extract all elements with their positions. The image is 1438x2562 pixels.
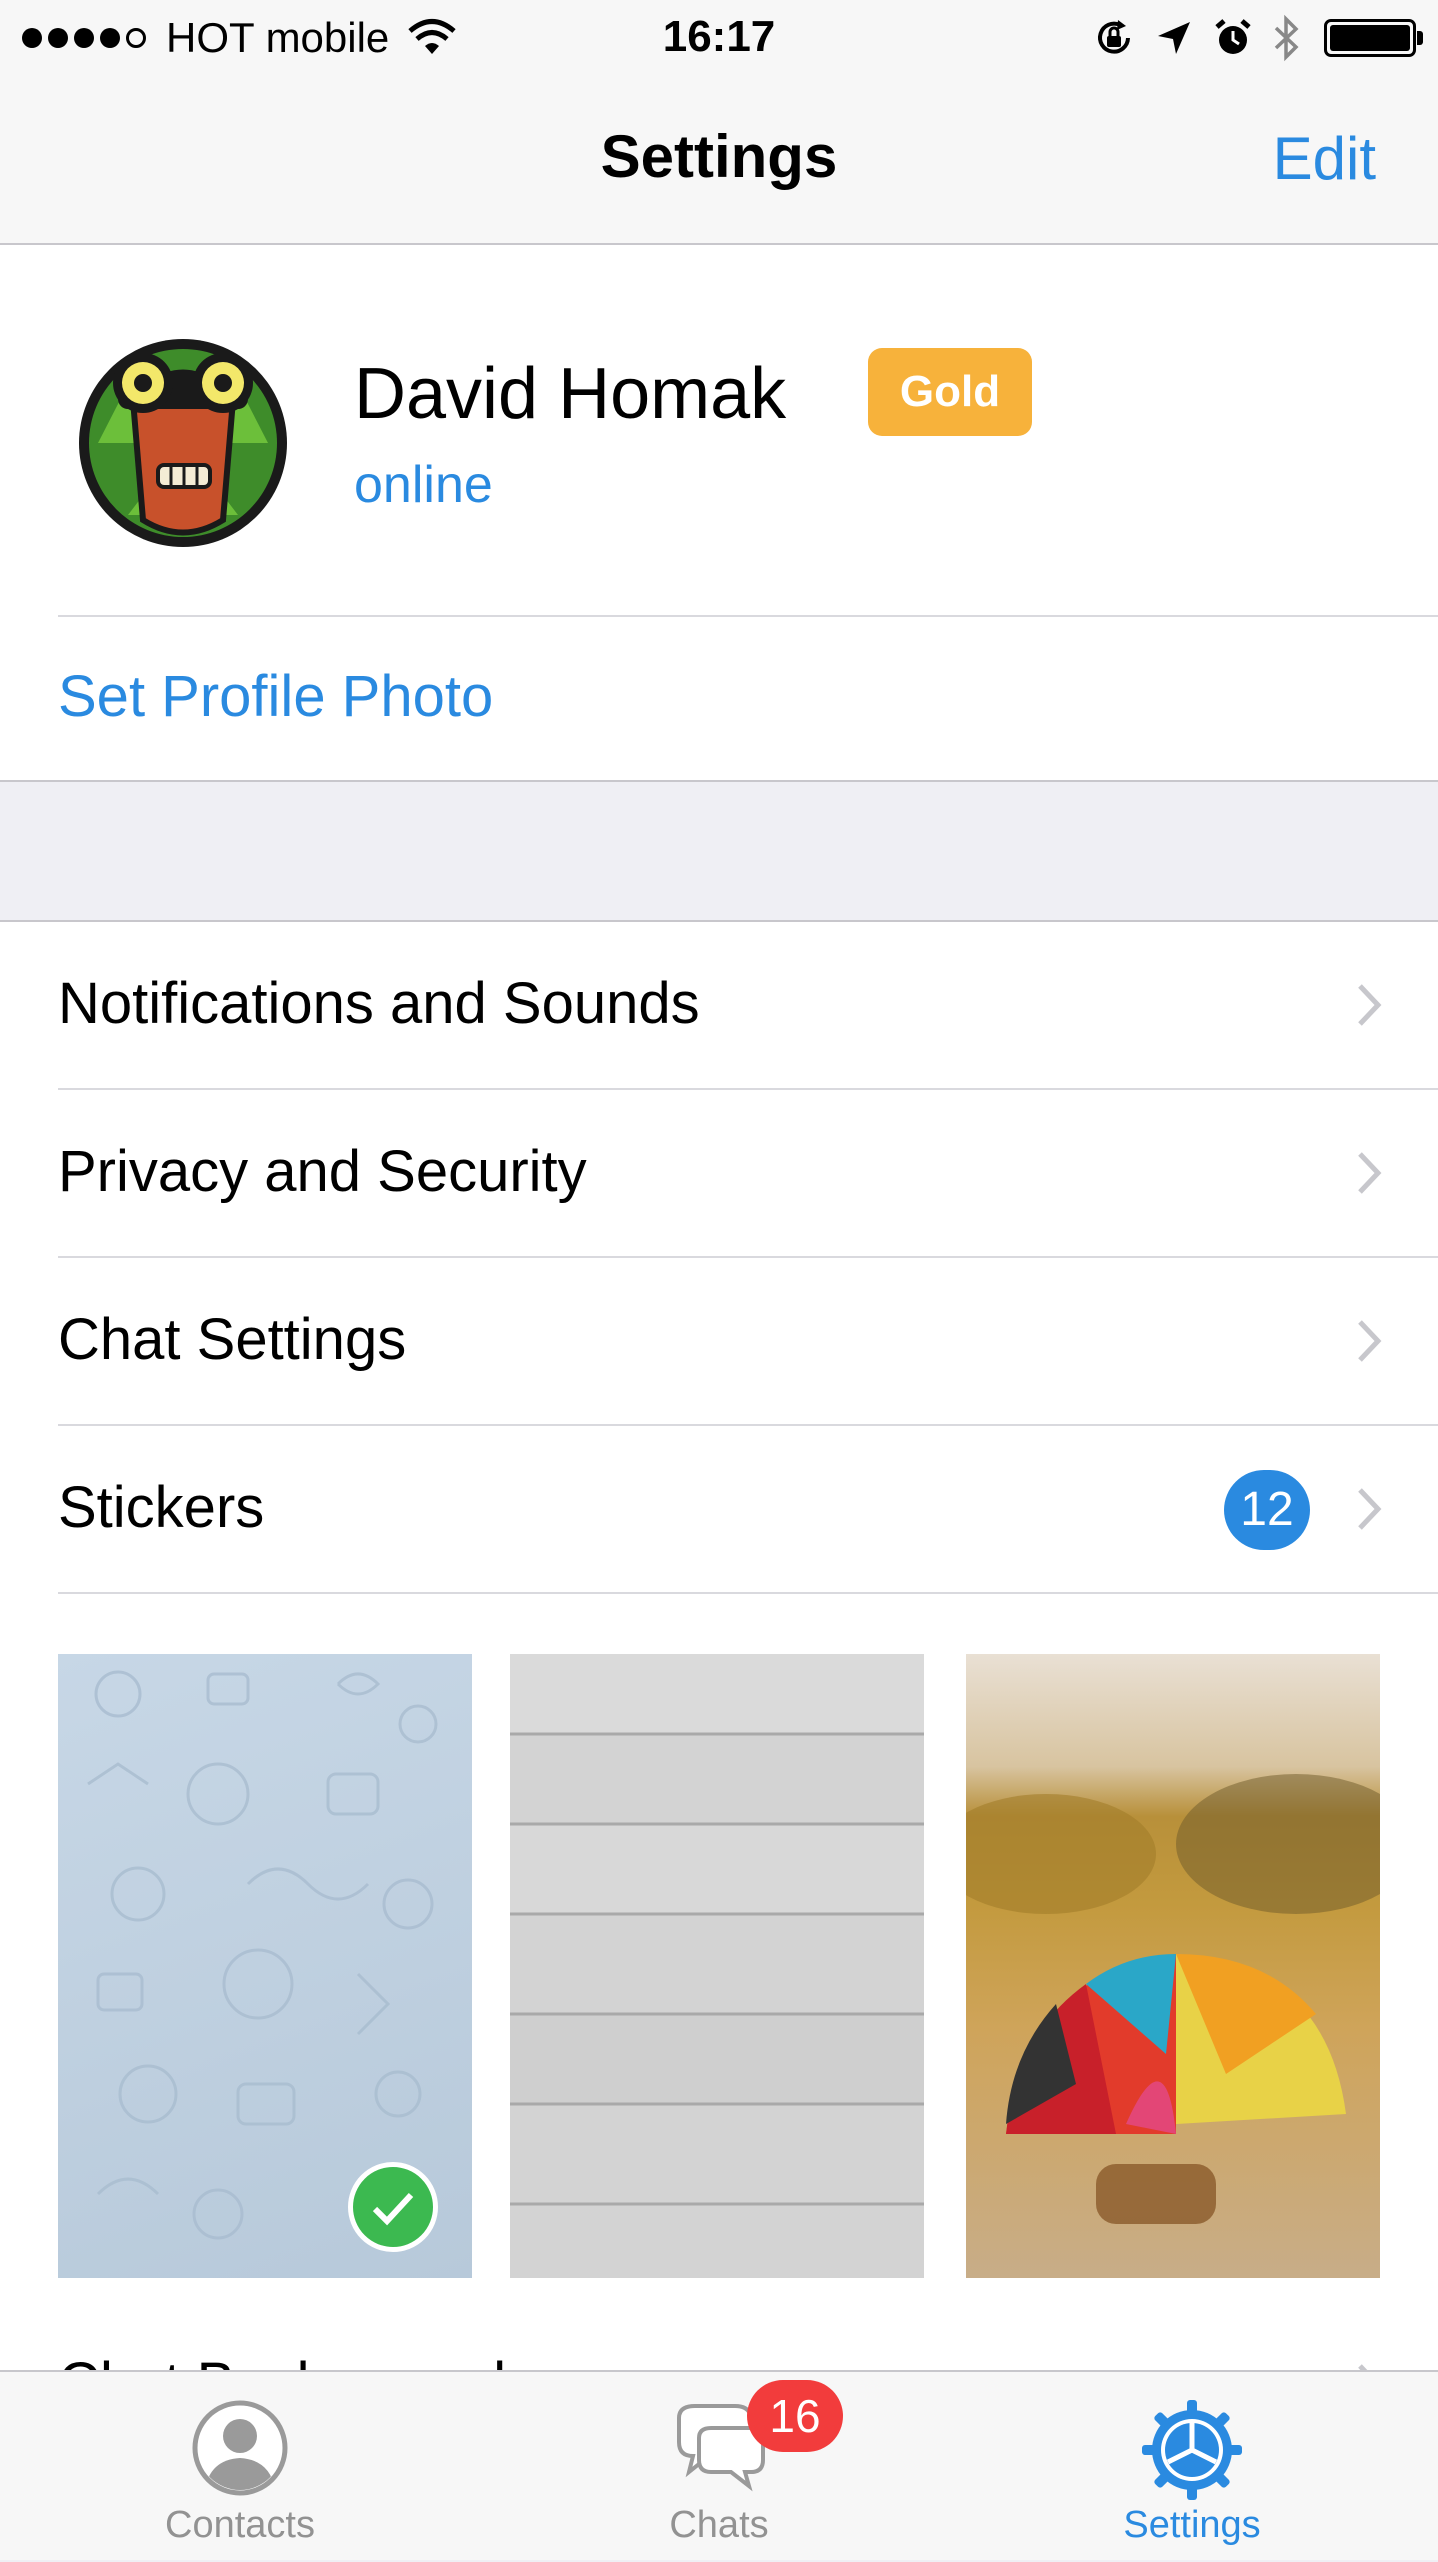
chats-unread-badge: 16 xyxy=(747,2380,843,2452)
tab-contacts[interactable]: Contacts xyxy=(40,2372,440,2562)
stickers-count-badge: 12 xyxy=(1224,1470,1310,1550)
status-right xyxy=(1074,14,1423,62)
settings-item-privacy[interactable]: Privacy and Security xyxy=(0,1090,1438,1258)
tab-bar: Contacts 16 Chats Settings xyxy=(0,2370,1438,2560)
umbrella-photo xyxy=(966,1774,1380,2224)
wood-planks xyxy=(510,1654,924,2278)
settings-item-label: Stickers xyxy=(58,1475,265,1540)
chevron-right-icon xyxy=(1358,1320,1382,1362)
edit-button[interactable]: Edit xyxy=(1273,124,1376,193)
settings-icon xyxy=(1142,2400,1242,2500)
tab-label: Contacts xyxy=(165,2504,315,2546)
page-title: Settings xyxy=(600,123,838,190)
chevron-right-icon xyxy=(1358,984,1382,1026)
bluetooth-icon xyxy=(1274,14,1299,62)
navigation-bar: Settings Edit xyxy=(0,80,1438,245)
battery-icon xyxy=(1324,19,1423,57)
tab-label: Settings xyxy=(1123,2504,1261,2546)
tab-settings[interactable]: Settings xyxy=(992,2372,1392,2562)
settings-item-label: Privacy and Security xyxy=(58,1139,587,1204)
chevron-right-icon xyxy=(1358,1152,1382,1194)
settings-item-stickers[interactable]: Stickers 12 xyxy=(0,1426,1438,1594)
profile-divider xyxy=(58,615,1438,617)
selected-check xyxy=(348,2162,438,2252)
wallpaper-thumbnail-wood[interactable] xyxy=(510,1654,924,2278)
row-divider xyxy=(58,1592,1438,1594)
set-profile-photo-button[interactable]: Set Profile Photo xyxy=(58,663,493,730)
settings-list: Notifications and Sounds Privacy and Sec… xyxy=(0,920,1438,2412)
chevron-right-icon xyxy=(1358,1488,1382,1530)
rotation-lock-icon xyxy=(1098,20,1130,54)
wallpaper-thumbnail-pattern[interactable] xyxy=(58,1654,472,2278)
tab-label: Chats xyxy=(669,2504,769,2546)
settings-item-notifications[interactable]: Notifications and Sounds xyxy=(0,922,1438,1090)
settings-item-chat-settings[interactable]: Chat Settings xyxy=(0,1258,1438,1426)
location-arrow-icon xyxy=(1158,22,1190,54)
profile-name: David Homak xyxy=(354,354,787,434)
settings-item-label: Chat Settings xyxy=(58,1307,407,1372)
contacts-icon xyxy=(192,2400,288,2496)
profile-section: David Homak Gold online Set Profile Phot… xyxy=(0,245,1438,782)
tab-chats[interactable]: 16 Chats xyxy=(519,2372,919,2562)
battery-level xyxy=(1330,25,1410,51)
avatar[interactable] xyxy=(58,305,308,555)
alarm-icon xyxy=(1215,19,1251,54)
checkmark-icon xyxy=(372,2192,414,2226)
settings-item-label: Notifications and Sounds xyxy=(58,971,700,1036)
gold-badge: Gold xyxy=(868,348,1032,436)
status-bar: HOT mobile 16:17 xyxy=(0,0,1438,80)
online-status: online xyxy=(354,456,493,514)
wallpaper-thumbnail-umbrella[interactable] xyxy=(966,1654,1380,2278)
